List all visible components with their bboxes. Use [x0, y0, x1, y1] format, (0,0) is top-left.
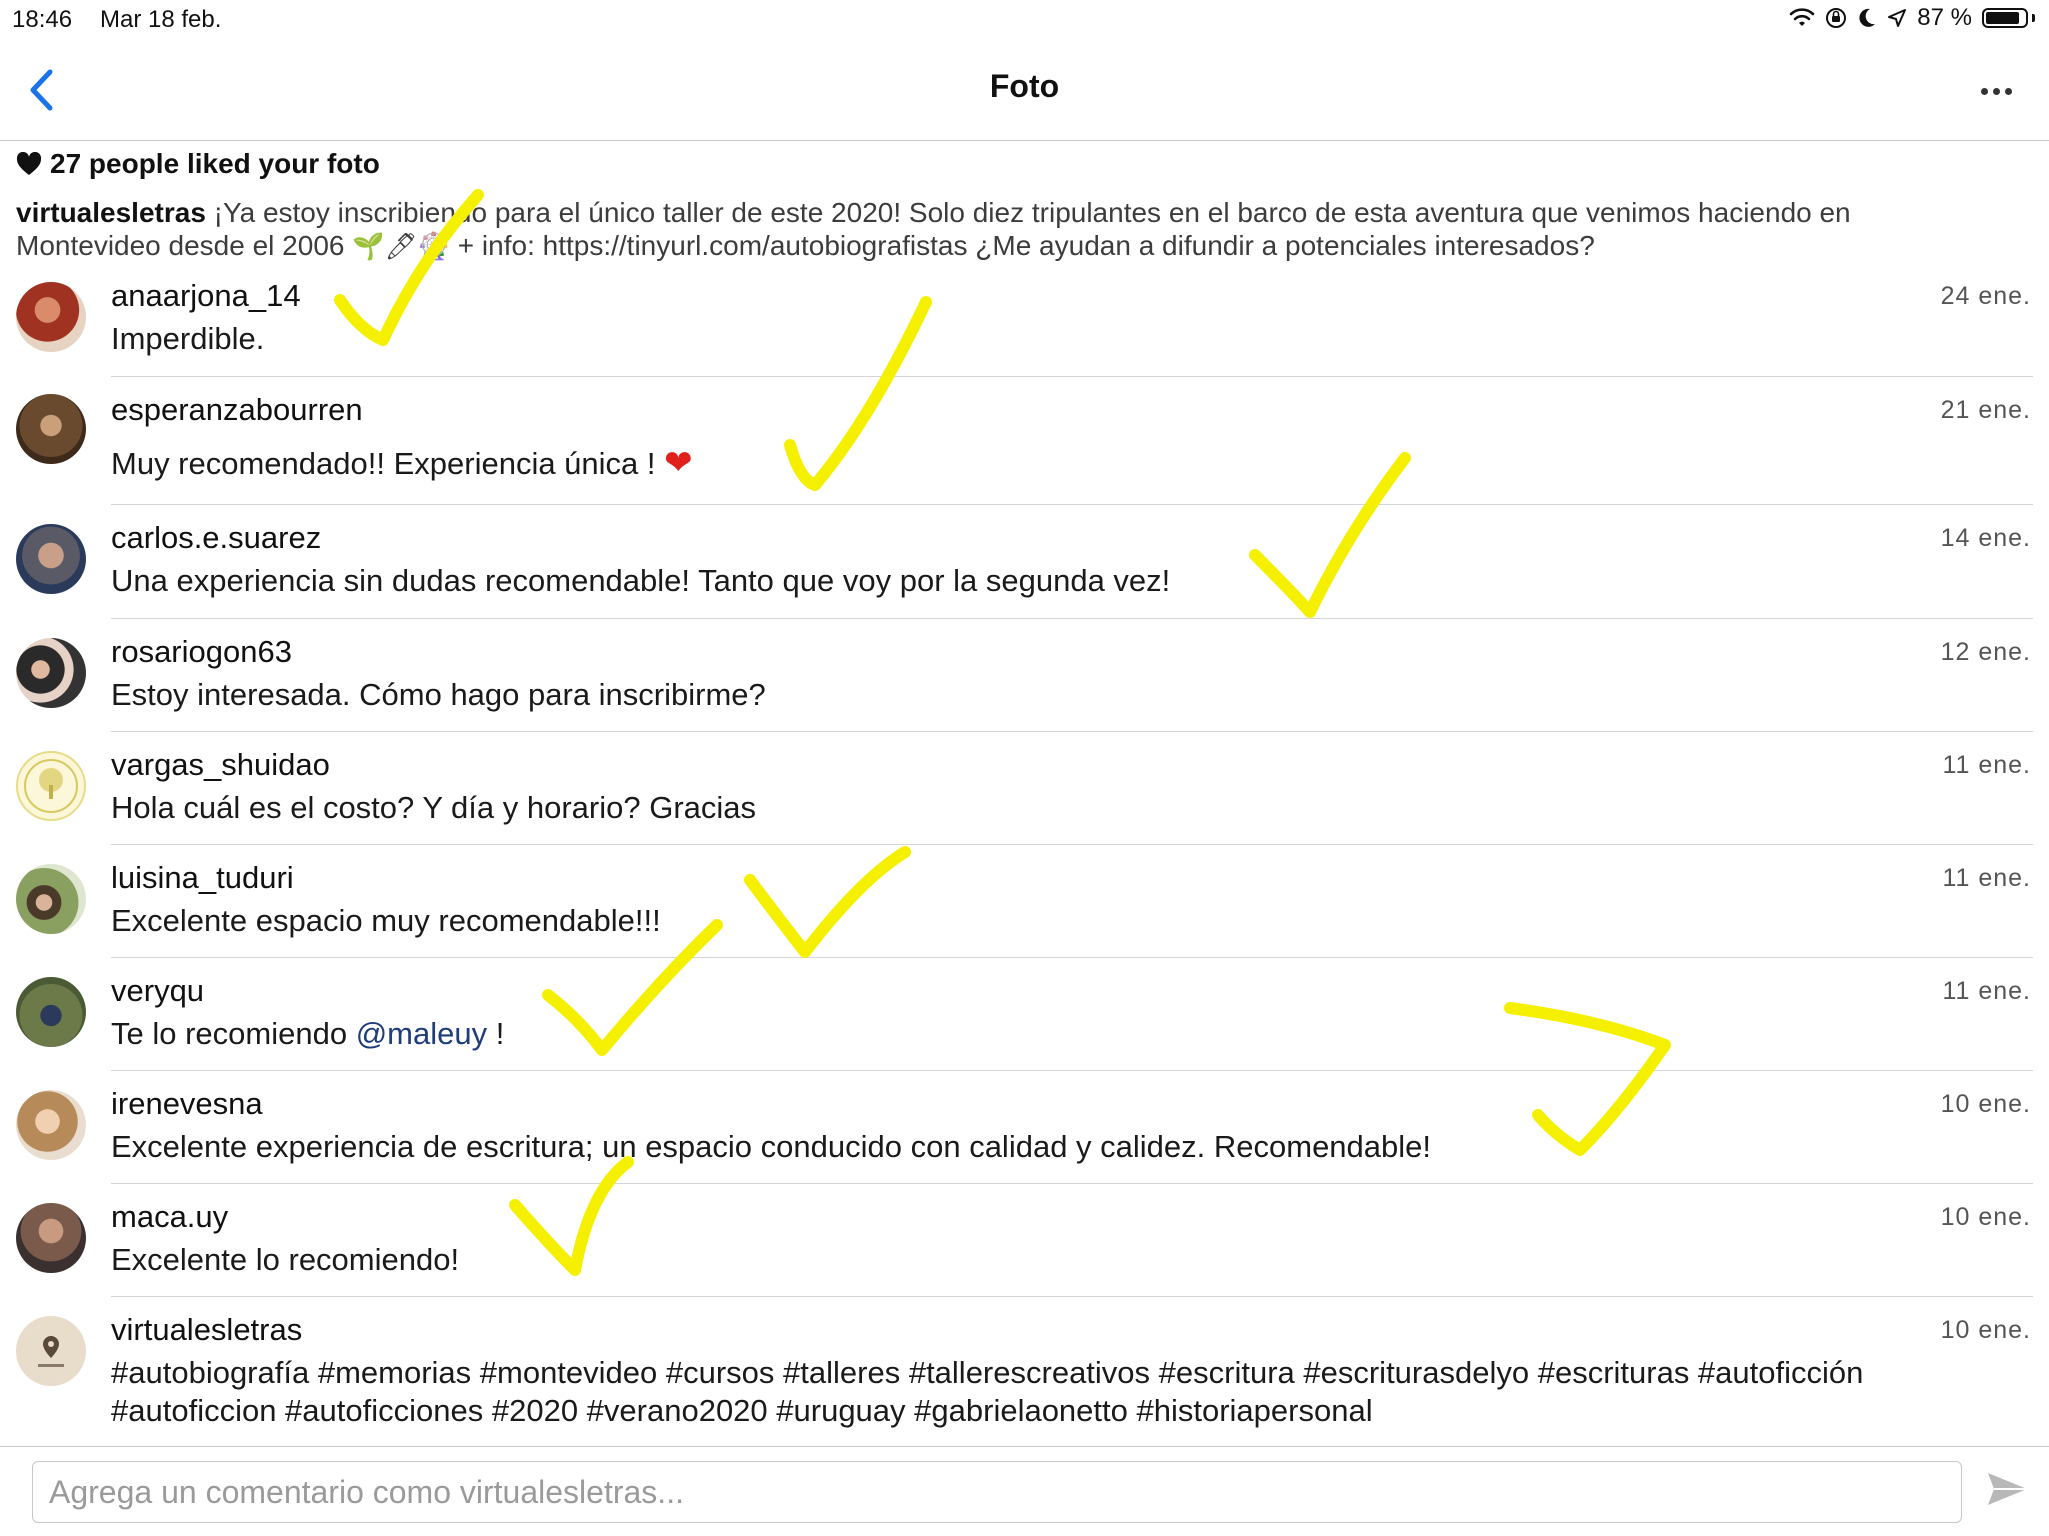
- status-indicators: 87 %: [1789, 4, 2035, 32]
- comment-date: 21 ene.: [1940, 396, 2031, 424]
- wifi-icon: [1789, 8, 1815, 26]
- divider: [111, 376, 2033, 377]
- send-button[interactable]: [1985, 1469, 2035, 1519]
- photo-comments-screen: 18:46 Mar 18 feb. 87 % Foto 27 people li…: [0, 0, 2049, 1536]
- comment-username[interactable]: maca.uy: [111, 1199, 228, 1235]
- status-bar: 18:46 Mar 18 feb. 87 %: [0, 0, 2049, 40]
- comment-item: carlos.e.suarez Una experiencia sin duda…: [0, 520, 2049, 618]
- mention-link[interactable]: @maleuy: [356, 1016, 487, 1051]
- comment-username[interactable]: rosariogon63: [111, 634, 292, 670]
- comment-item: esperanzabourren Muy recomendado!! Exper…: [0, 392, 2049, 504]
- map-pin-logo-icon: [38, 1336, 64, 1367]
- status-date: Mar 18 feb.: [100, 6, 222, 33]
- divider: [111, 1070, 2033, 1071]
- divider: [111, 844, 2033, 845]
- divider: [111, 504, 2033, 505]
- divider: [111, 1183, 2033, 1184]
- avatar[interactable]: [16, 1203, 86, 1273]
- comment-date: 14 ene.: [1940, 524, 2031, 552]
- avatar[interactable]: [16, 977, 86, 1047]
- divider: [111, 1296, 2033, 1297]
- caption-username[interactable]: virtualesletras: [16, 197, 206, 228]
- battery-icon: [1982, 8, 2028, 28]
- moon-icon: [1859, 8, 1876, 27]
- comment-username[interactable]: carlos.e.suarez: [111, 520, 321, 556]
- comment-date: 24 ene.: [1940, 282, 2031, 310]
- comment-text: Muy recomendado!! Experiencia única ! ❤: [111, 444, 1991, 483]
- avatar[interactable]: [16, 394, 86, 464]
- comment-text: Una experiencia sin dudas recomendable! …: [111, 563, 1171, 598]
- comment-text-body: Te lo recomiendo: [111, 1016, 356, 1051]
- avatar[interactable]: [16, 282, 86, 352]
- caption-text-line1: ¡Ya estoy inscribiendo para el único tal…: [213, 197, 1851, 228]
- avatar[interactable]: [16, 638, 86, 708]
- comment-text: Imperdible.: [111, 321, 265, 356]
- comment-item: irenevesna Excelente experiencia de escr…: [0, 1086, 2049, 1184]
- comment-date: 10 ene.: [1940, 1316, 2031, 1344]
- orientation-lock-icon: [1826, 8, 1847, 28]
- avatar[interactable]: [16, 524, 86, 594]
- divider: [111, 957, 2033, 958]
- comment-username[interactable]: veryqu: [111, 973, 204, 1009]
- hashtags-line2: #autoficcion #autoficciones #2020 #veran…: [111, 1393, 1373, 1428]
- comment-input[interactable]: [32, 1461, 1962, 1523]
- location-icon: [1888, 9, 1907, 27]
- comment-item: virtualesletras #autobiografía #memorias…: [0, 1312, 2049, 1442]
- comment-text-body: Muy recomendado!! Experiencia única !: [111, 446, 656, 481]
- likes-summary[interactable]: 27 people liked your foto: [16, 148, 380, 180]
- comment-date: 11 ene.: [1942, 977, 2031, 1005]
- comment-text: Hola cuál es el costo? Y día y horario? …: [111, 790, 757, 825]
- comment-text: Estoy interesada. Cómo hago para inscrib…: [111, 677, 766, 712]
- comment-date: 10 ene.: [1940, 1090, 2031, 1118]
- navigation-bar: Foto: [0, 40, 2049, 141]
- comment-username[interactable]: luisina_tuduri: [111, 860, 294, 896]
- comment-username[interactable]: anaarjona_14: [111, 278, 301, 314]
- comment-item: maca.uy Excelente lo recomiendo! 10 ene.: [0, 1199, 2049, 1297]
- heart-icon: [16, 152, 42, 175]
- comment-item: veryqu Te lo recomiendo @maleuy ! 11 ene…: [0, 973, 2049, 1071]
- comment-text: #autobiografía #memorias #montevideo #cu…: [111, 1354, 1991, 1430]
- post-caption: virtualesletras ¡Ya estoy inscribiendo p…: [16, 196, 2006, 263]
- avatar[interactable]: [16, 864, 86, 934]
- send-icon: [1988, 1473, 2027, 1505]
- comment-item: vargas_shuidao Hola cuál es el costo? Y …: [0, 747, 2049, 845]
- page-title: Foto: [989, 68, 1060, 104]
- heart-emoji: ❤: [664, 444, 693, 482]
- comment-text: Excelente experiencia de escritura; un e…: [111, 1129, 1432, 1164]
- caption-text-line2a: Montevideo desde el 2006: [16, 230, 345, 261]
- comment-text-after: !: [487, 1016, 505, 1051]
- comment-item: anaarjona_14 Imperdible. 24 ene.: [0, 278, 2049, 376]
- comment-text: Excelente espacio muy recomendable!!!: [111, 903, 661, 938]
- caption-emojis: 🌱🖊🎡: [352, 231, 451, 261]
- more-options-button[interactable]: [1971, 76, 2021, 106]
- tree-logo-icon: [24, 759, 78, 813]
- comment-date: 12 ene.: [1940, 638, 2031, 666]
- comment-item: rosariogon63 Estoy interesada. Cómo hago…: [0, 634, 2049, 732]
- comment-username[interactable]: irenevesna: [111, 1086, 263, 1122]
- comment-username[interactable]: esperanzabourren: [111, 392, 363, 428]
- ellipsis-icon: [1980, 87, 1988, 95]
- divider: [111, 618, 2033, 619]
- likes-text: 27 people liked your foto: [50, 148, 380, 179]
- avatar[interactable]: [16, 751, 86, 821]
- comment-text: Excelente lo recomiendo!: [111, 1242, 460, 1277]
- comment-date: 11 ene.: [1942, 751, 2031, 779]
- comment-item: luisina_tuduri Excelente espacio muy rec…: [0, 860, 2049, 958]
- battery-percent: 87 %: [1917, 4, 1972, 31]
- comment-text: Te lo recomiendo @maleuy !: [111, 1015, 1991, 1053]
- battery-tip: [2032, 14, 2035, 22]
- battery-fill: [1986, 12, 2019, 24]
- comment-username[interactable]: vargas_shuidao: [111, 747, 330, 783]
- divider: [111, 731, 2033, 732]
- avatar[interactable]: [16, 1316, 86, 1386]
- avatar[interactable]: [16, 1090, 86, 1160]
- comment-username[interactable]: virtualesletras: [111, 1312, 302, 1348]
- status-time: 18:46: [12, 6, 73, 33]
- comment-date: 10 ene.: [1940, 1203, 2031, 1231]
- comment-input-bar: [0, 1446, 2049, 1536]
- hashtags-line1: #autobiografía #memorias #montevideo #cu…: [111, 1355, 1864, 1390]
- comment-date: 11 ene.: [1942, 864, 2031, 892]
- caption-text-line2b: + info: https://tinyurl.com/autobiografi…: [457, 230, 1595, 261]
